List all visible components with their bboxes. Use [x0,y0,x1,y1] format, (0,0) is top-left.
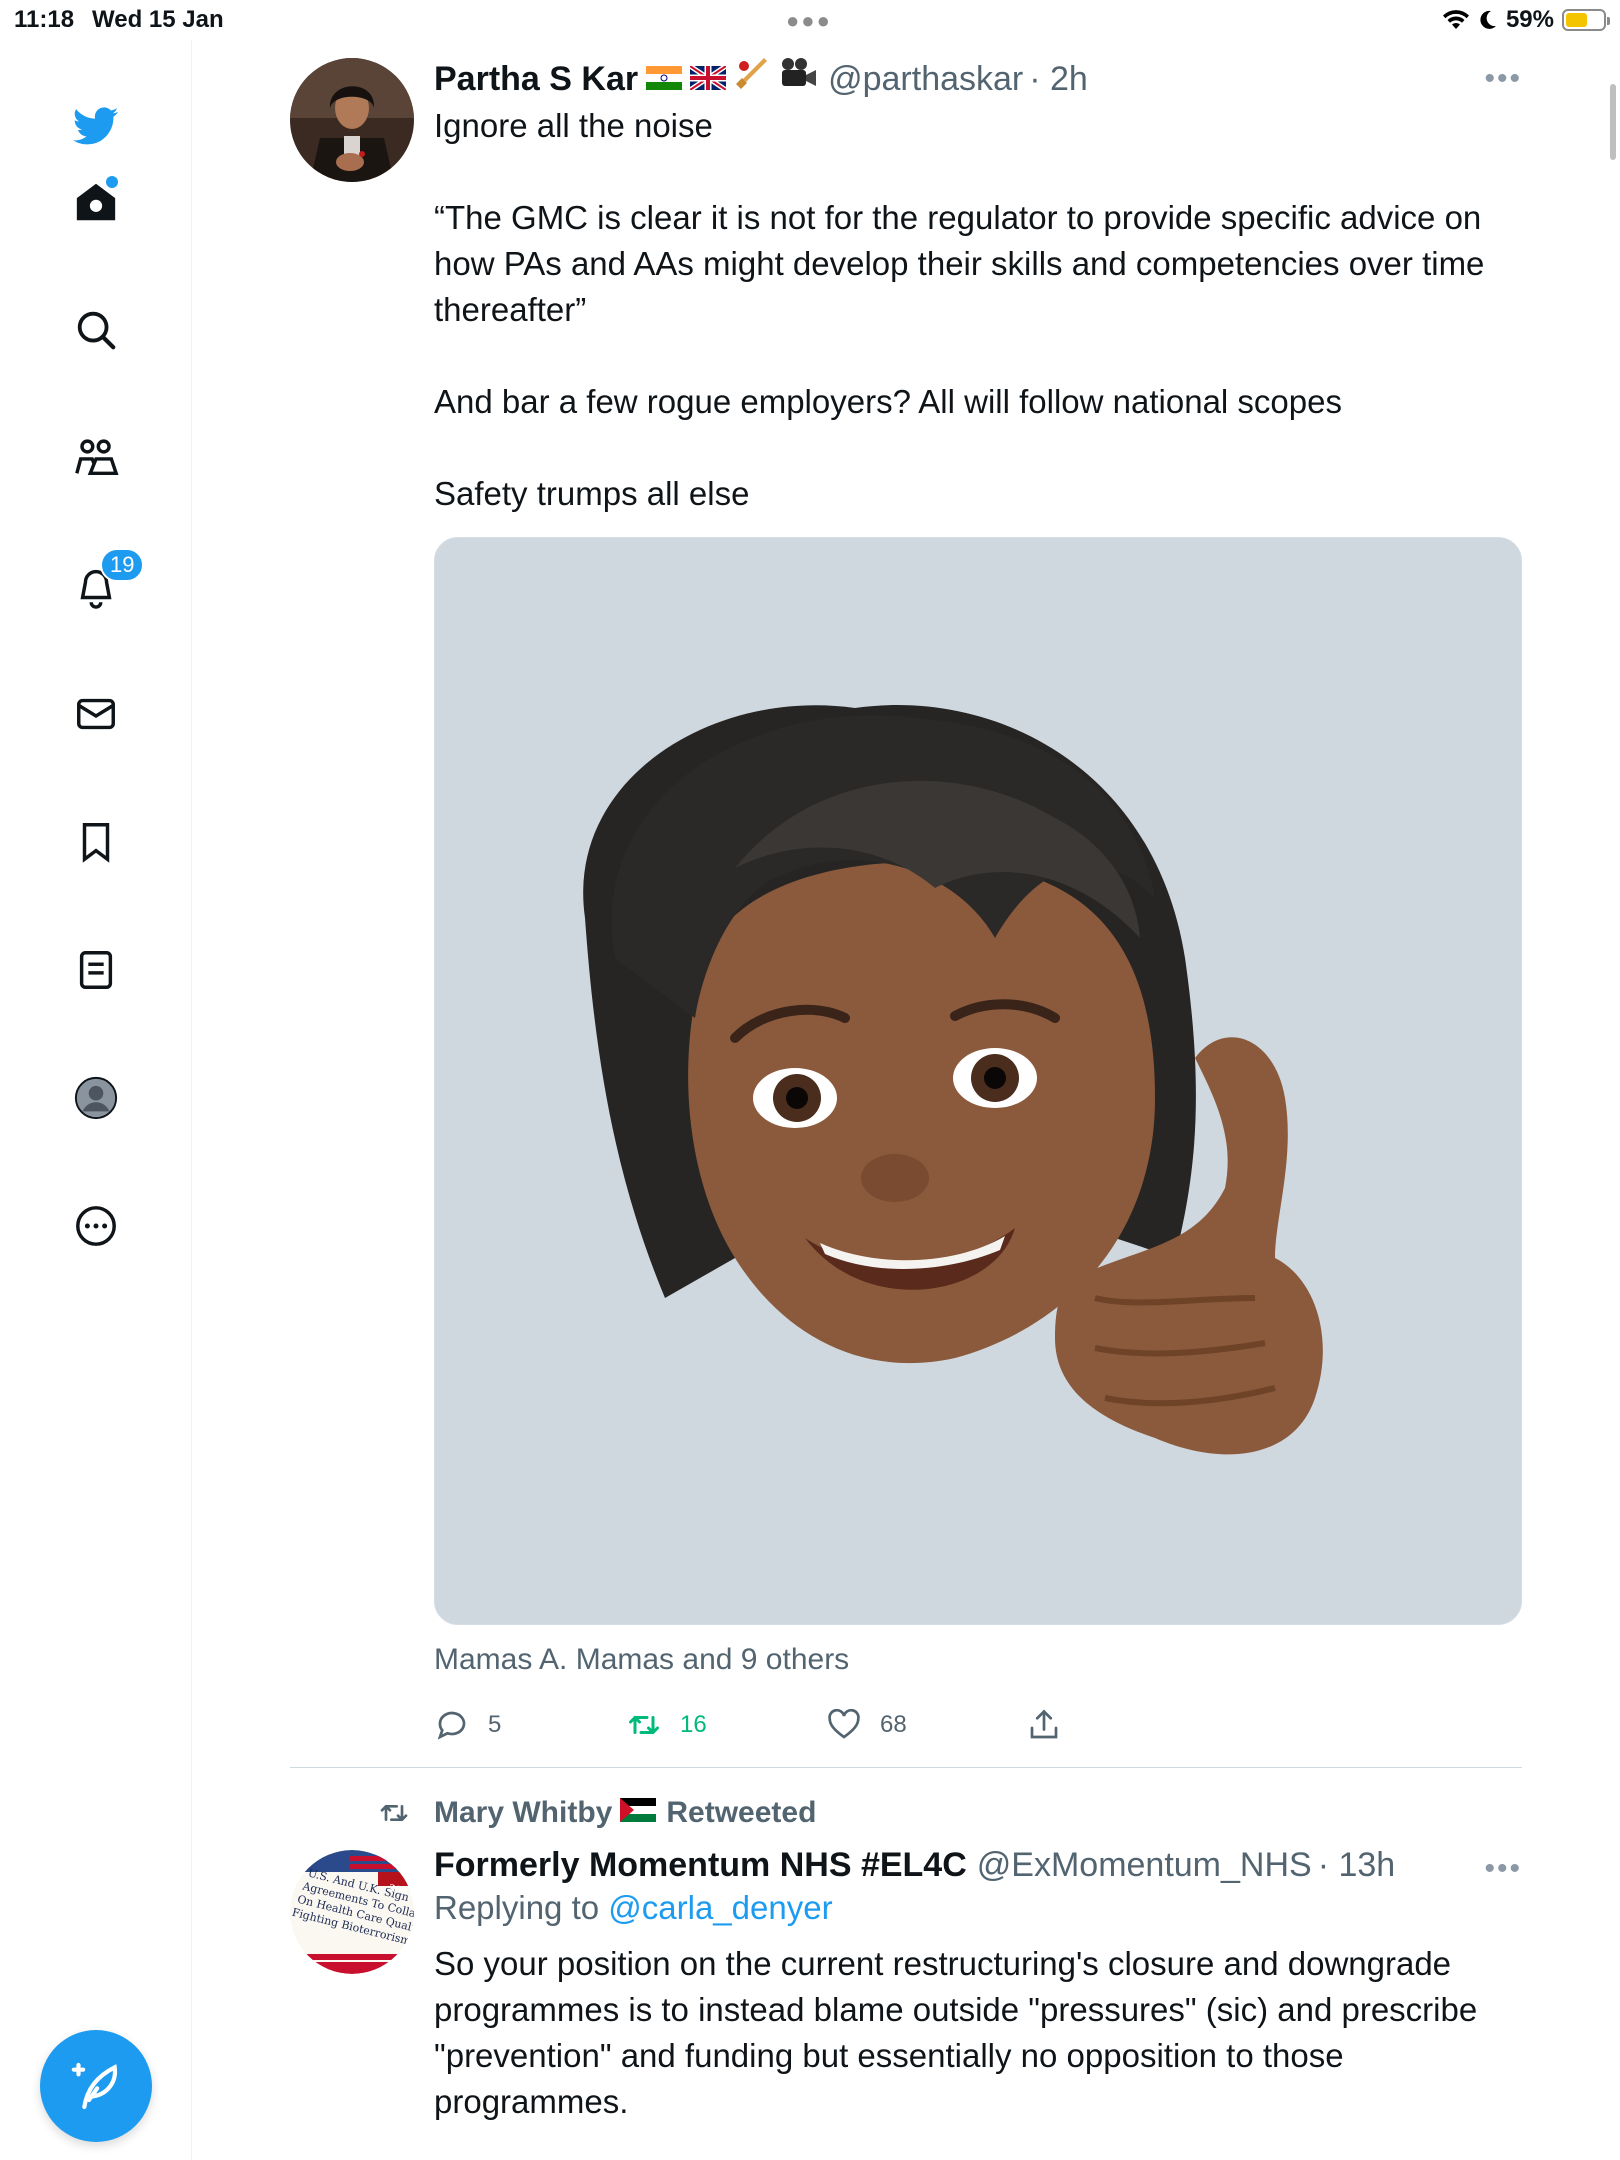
retweeted-by[interactable]: Mary Whitby Retweeted [374,1796,816,1830]
reply-icon [437,1711,466,1740]
movie-camera-icon [778,56,818,99]
tweet-paragraph: Ignore all the noise [434,107,713,144]
tweet-media-memoji[interactable] [434,537,1522,1625]
tweet-content: Formerly Momentum NHS #EL4C @ExMomentum_… [434,1846,1522,2125]
notifications-icon[interactable]: 19 [60,548,145,622]
status-right: 59% [1442,6,1610,34]
compose-tweet-button[interactable] [40,2030,152,2142]
tweet-more-icon[interactable]: ••• [1484,1852,1522,1886]
like-button[interactable]: 68 [826,1707,1026,1743]
home-icon[interactable] [60,166,132,238]
search-icon[interactable] [60,294,132,366]
palestine-flag-icon [620,1796,657,1830]
bookmarks-icon[interactable] [60,806,132,878]
avatar[interactable]: U.S. And U.K. Sign Agreements To Collabo… [290,1850,414,1974]
share-icon [1030,1709,1058,1739]
home-unread-dot [106,176,118,188]
like-count: 68 [880,1711,907,1738]
status-time: 11:18 [14,6,75,33]
lists-icon[interactable] [60,934,132,1006]
retweeted-label: Retweeted [666,1796,817,1829]
replying-to: Replying to @carla_denyer [434,1889,1522,1927]
tweet-divider [290,1767,1522,1768]
uk-flag-icon [688,60,728,99]
india-flag-icon [646,60,683,99]
scroll-indicator[interactable] [1610,84,1616,160]
status-date: Wed 15 Jan [92,6,224,33]
memoji-thumbs-up-image [583,705,1323,1455]
retweet-count: 16 [680,1711,707,1738]
tweet-paragraph: Safety trumps all else [434,475,750,512]
retweet-small-icon [380,1805,408,1821]
liked-by-text[interactable]: Mamas A. Mamas and 9 others [434,1643,1522,1677]
twitter-logo-icon[interactable] [60,90,132,162]
retweeter-name: Mary Whitby [434,1796,613,1829]
tweet-header: Formerly Momentum NHS #EL4C @ExMomentum_… [434,1846,1522,1885]
tweet-paragraph: So your position on the current restruct… [434,1945,1478,2120]
battery-percent: 59% [1505,6,1554,33]
messages-icon[interactable] [60,678,132,750]
replying-to-handle[interactable]: @carla_denyer [608,1889,832,1926]
retweet-icon [629,1716,659,1734]
replying-to-label: Replying to [434,1889,600,1926]
tweet-content: Partha S Kar @parthaskar · 2h ••• Ignore… [434,56,1522,1745]
user-handle[interactable]: @ExMomentum_NHS [977,1846,1312,1885]
battery-icon [1562,9,1610,31]
cricket-icon [734,56,770,99]
more-icon[interactable] [60,1190,132,1262]
tweet-time[interactable]: · 13h [1318,1846,1396,1885]
tweet-text: Ignore all the noise “The GMC is clear i… [434,103,1522,517]
wifi-icon [1442,10,1469,29]
notifications-badge: 19 [100,548,145,582]
heart-icon [828,1708,860,1739]
moon-icon [1480,10,1496,29]
reply-count: 5 [488,1711,502,1738]
tweet-paragraph: And bar a few rogue employers? All will … [434,383,1342,420]
tweet-header: Partha S Kar @parthaskar · 2h [434,56,1522,99]
reply-button[interactable]: 5 [434,1707,634,1743]
tweet-time[interactable]: · 2h [1029,60,1088,99]
tweet-actions: 5 16 68 [434,1705,1522,1745]
status-bar: 11:18 Wed 15 Jan ●●● 59% [0,0,1620,40]
user-name[interactable]: Formerly Momentum NHS #EL4C [434,1846,967,1885]
share-button[interactable] [1026,1707,1226,1743]
tweet-text: So your position on the current restruct… [434,1941,1522,2125]
retweet-button[interactable]: 16 [626,1707,826,1743]
battery-fill [1566,13,1588,27]
multitasking-dots-icon[interactable]: ●●● [786,8,832,34]
communities-icon[interactable] [60,422,132,494]
sidebar: 19 [0,40,192,2160]
user-name[interactable]: Partha S Kar [434,60,638,99]
user-handle[interactable]: @parthaskar [828,60,1023,99]
profile-icon[interactable] [60,1062,132,1134]
avatar[interactable] [290,58,414,182]
tweet-more-icon[interactable]: ••• [1484,62,1522,96]
compose-feather-icon [71,2062,118,2110]
tweet-paragraph: “The GMC is clear it is not for the regu… [434,199,1485,328]
